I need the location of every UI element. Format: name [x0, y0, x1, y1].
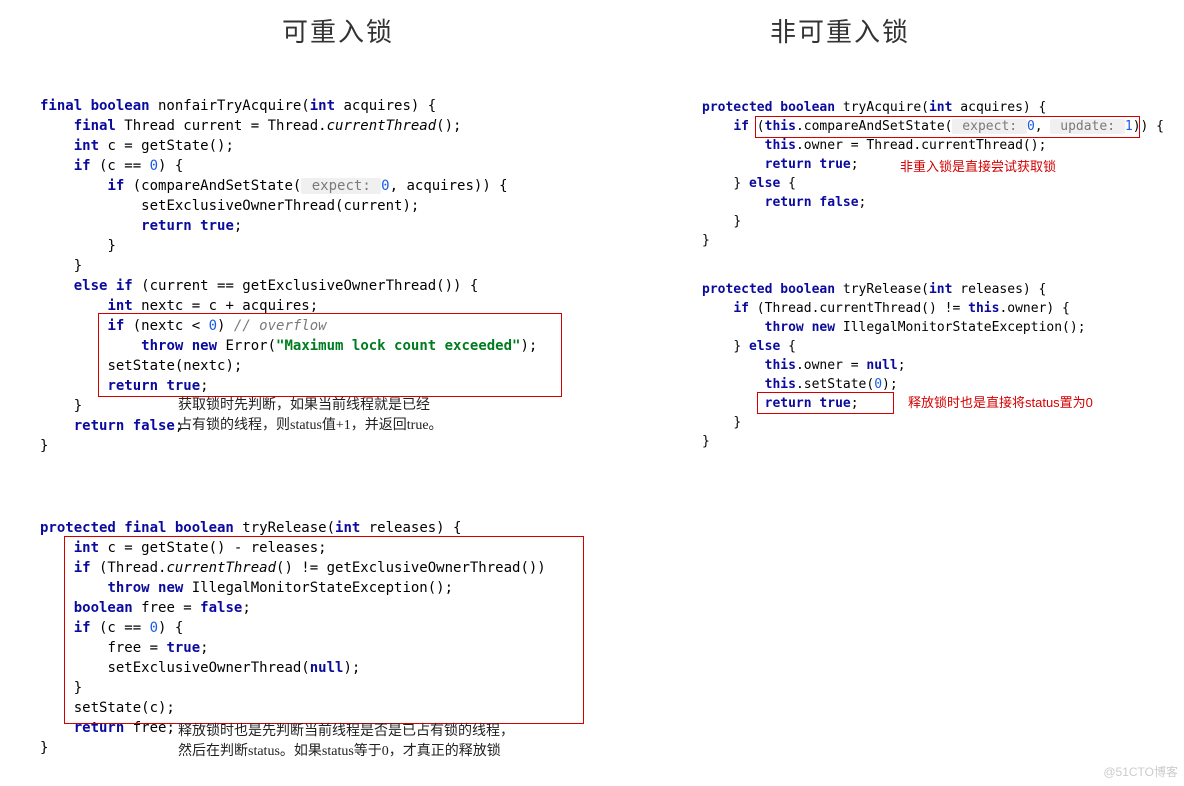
code-right-release: protected boolean tryRelease(int release… [702, 280, 1086, 451]
anno-left-1: 获取锁时先判断，如果当前线程就是已经 占有锁的线程，则status值+1，并返回… [178, 396, 443, 436]
title-right: 非可重入锁 [770, 12, 910, 49]
anno-right-2: 释放锁时也是直接将status置为0 [908, 394, 1093, 412]
title-left: 可重入锁 [282, 12, 394, 49]
watermark: @51CTO博客 [1103, 763, 1178, 780]
anno-left-2: 释放锁时也是先判断当前线程是否是已占有锁的线程， 然后在判断status。如果s… [178, 722, 514, 762]
anno-right-1: 非重入锁是直接尝试获取锁 [900, 158, 1056, 176]
